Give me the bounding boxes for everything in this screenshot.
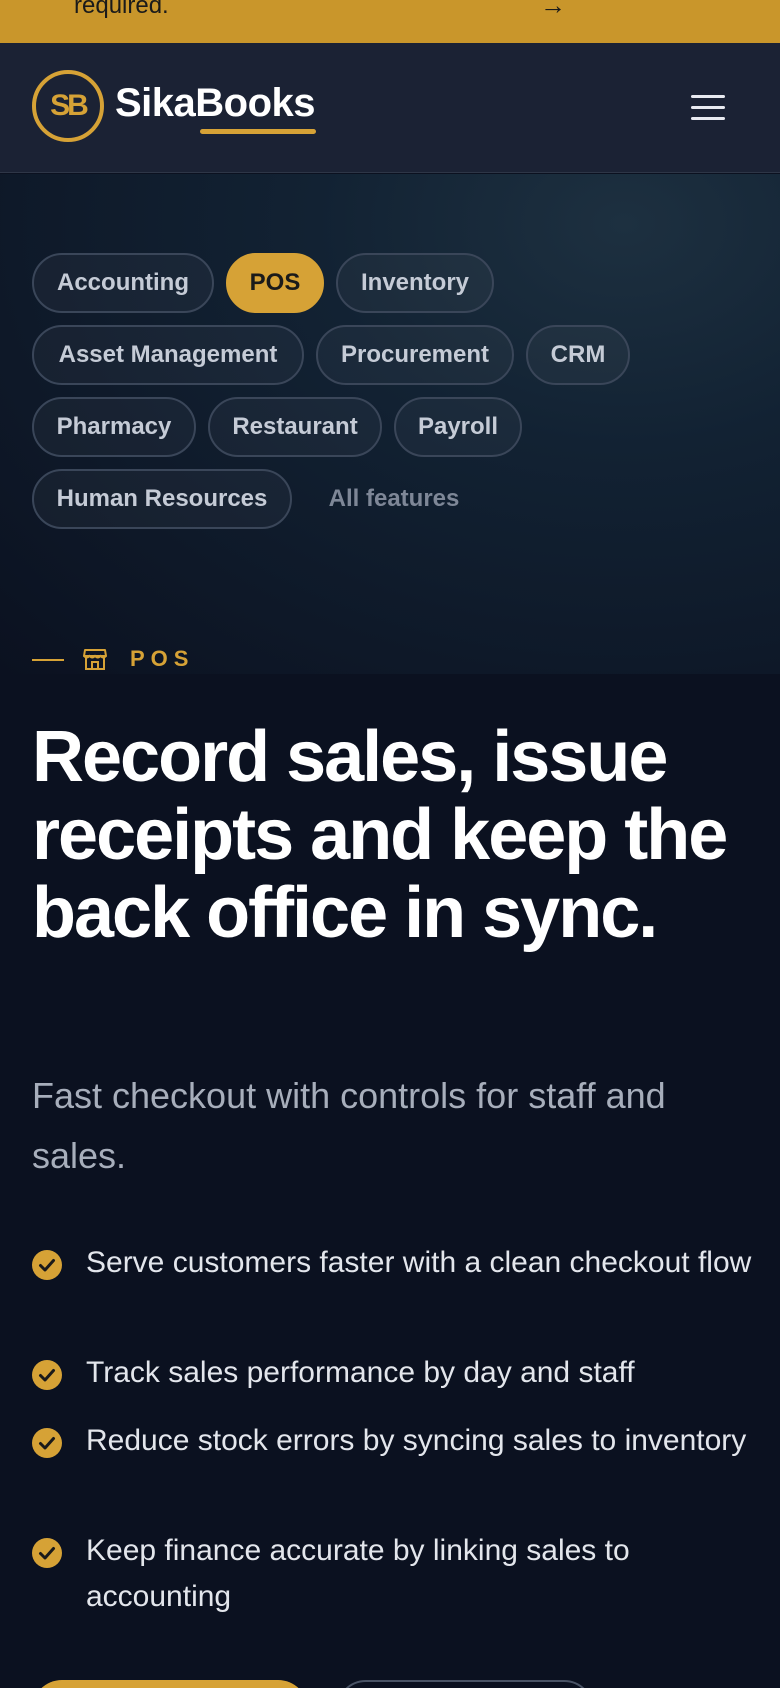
brand-logo-mark[interactable]: SB: [32, 70, 104, 142]
chip-inventory[interactable]: Inventory: [336, 253, 494, 313]
hamburger-menu-icon[interactable]: [686, 87, 730, 127]
navbar: SB SikaBooks: [0, 43, 780, 173]
all-features-link[interactable]: All features: [304, 469, 484, 529]
chip-restaurant[interactable]: Restaurant: [208, 397, 382, 457]
secondary-cta-button[interactable]: [336, 1680, 594, 1688]
storefront-icon: [83, 649, 107, 670]
check-circle-icon: [32, 1250, 62, 1280]
chip-pharmacy[interactable]: Pharmacy: [32, 397, 196, 457]
page-subtitle: Fast checkout with controls for staff an…: [32, 1075, 666, 1176]
check-circle-icon: [32, 1538, 62, 1568]
benefit-text: Track sales performance by day and staff: [86, 1356, 635, 1389]
benefit-text: Reduce stock errors by syncing sales to …: [86, 1424, 747, 1457]
page-title: Record sales, issue receipts and keep th…: [32, 717, 728, 953]
chip-accounting[interactable]: Accounting: [32, 253, 214, 313]
benefit-text: Keep finance accurate by linking sales t…: [86, 1534, 630, 1613]
check-circle-icon: [32, 1360, 62, 1390]
arrow-right-icon[interactable]: →: [540, 0, 566, 21]
chip-procurement[interactable]: Procurement: [316, 325, 514, 385]
brand-underline: [200, 129, 316, 134]
eyebrow-label: POS: [130, 646, 195, 671]
chip-asset-management[interactable]: Asset Management: [32, 325, 304, 385]
brand-name[interactable]: SikaBooks: [115, 81, 316, 126]
primary-cta-button[interactable]: [32, 1680, 308, 1688]
banner-text: required.: [74, 0, 169, 19]
chip-crm[interactable]: CRM: [526, 325, 630, 385]
eyebrow-line: [32, 659, 64, 661]
check-circle-icon: [32, 1428, 62, 1458]
announcement-banner[interactable]: required. →: [0, 0, 780, 43]
chip-payroll[interactable]: Payroll: [394, 397, 522, 457]
chip-human-resources[interactable]: Human Resources: [32, 469, 292, 529]
benefit-text: Serve customers faster with a clean chec…: [86, 1246, 752, 1279]
chip-pos[interactable]: POS: [226, 253, 324, 313]
